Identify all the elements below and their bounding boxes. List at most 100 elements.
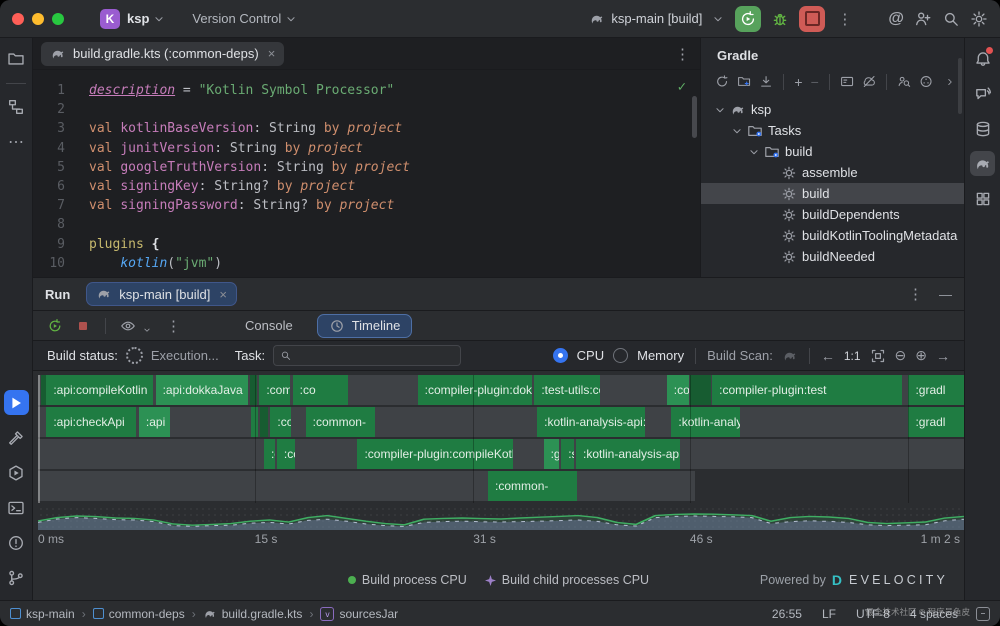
run-toolbar-more-icon[interactable]: ⋮ bbox=[164, 317, 183, 335]
more-actions-icon[interactable]: ⋮ bbox=[835, 10, 854, 28]
settings-icon[interactable] bbox=[970, 10, 988, 28]
notifications-icon[interactable] bbox=[970, 46, 995, 71]
close-run-tab-icon[interactable]: × bbox=[219, 287, 227, 302]
terminal-tool-icon[interactable] bbox=[4, 495, 29, 520]
breadcrumb-item[interactable]: build.gradle.kts bbox=[203, 607, 303, 621]
build-scan-icon[interactable] bbox=[782, 348, 798, 364]
code-editor[interactable]: 1description = "Kotlin Symbol Processor"… bbox=[33, 70, 700, 288]
close-window-button[interactable] bbox=[12, 13, 24, 25]
task-filter-field[interactable] bbox=[273, 345, 461, 366]
timeline-task-bar[interactable]: :common- bbox=[306, 407, 375, 437]
timeline-task-bar[interactable]: :comm bbox=[259, 375, 290, 405]
cpu-radio-label[interactable]: CPU bbox=[577, 348, 604, 363]
breadcrumb-item[interactable]: vsourcesJar bbox=[320, 607, 398, 621]
hide-panel-icon[interactable]: — bbox=[939, 287, 952, 302]
run-options-icon[interactable]: ⋮ bbox=[906, 285, 925, 303]
timeline-task-bar[interactable]: :api:checkApi bbox=[46, 407, 136, 437]
profiler-icon[interactable] bbox=[897, 73, 911, 90]
editor-scrollbar[interactable] bbox=[692, 96, 697, 138]
editor-options-icon[interactable]: ⋮ bbox=[673, 45, 692, 63]
gradle-tree-item[interactable]: buildKotlinToolingMetadata bbox=[701, 225, 964, 246]
memory-radio-label[interactable]: Memory bbox=[637, 348, 684, 363]
build-tool-icon[interactable] bbox=[4, 425, 29, 450]
breadcrumb-item[interactable]: common-deps bbox=[93, 607, 185, 621]
code-with-me-icon[interactable] bbox=[914, 10, 932, 28]
attach-project-icon[interactable] bbox=[737, 73, 751, 90]
tab-timeline[interactable]: Timeline bbox=[317, 314, 413, 338]
minimize-window-button[interactable] bbox=[32, 13, 44, 25]
timeline-task-bar[interactable]: :gr bbox=[544, 439, 560, 469]
zoom-out-icon[interactable]: ⊖ bbox=[895, 347, 907, 364]
services-tool-icon[interactable] bbox=[4, 460, 29, 485]
offline-mode-icon[interactable] bbox=[862, 73, 876, 90]
timeline-task-bar[interactable]: :co bbox=[667, 375, 689, 405]
chevron-down-icon[interactable] bbox=[730, 124, 744, 138]
ai-chat-icon[interactable] bbox=[970, 81, 995, 106]
gradle-tree-item[interactable]: Tasks bbox=[701, 120, 964, 141]
database-tool-icon[interactable] bbox=[970, 116, 995, 141]
timeline-task-bar[interactable]: :kotlin-analysis-ap bbox=[576, 439, 680, 469]
timeline-task-bar[interactable]: :test-utils:co bbox=[534, 375, 600, 405]
stop-button[interactable] bbox=[799, 6, 825, 32]
run-configuration-selector[interactable]: ksp-main [build] bbox=[589, 11, 725, 27]
run-tool-icon[interactable] bbox=[4, 390, 29, 415]
ai-assistant-icon[interactable]: @ bbox=[888, 10, 904, 28]
zoom-window-button[interactable] bbox=[52, 13, 64, 25]
gradle-settings-icon[interactable] bbox=[919, 73, 933, 90]
zoom-in-icon[interactable]: ⊕ bbox=[915, 347, 927, 364]
gradle-tree-item[interactable]: build bbox=[701, 141, 964, 162]
project-selector[interactable]: ksp bbox=[127, 11, 149, 26]
cpu-radio[interactable] bbox=[553, 348, 568, 363]
timeline-task-bar[interactable]: :compiler-plugin:compileKotl bbox=[357, 439, 513, 469]
timeline-task-bar[interactable]: :s bbox=[561, 439, 574, 469]
timeline-task-bar[interactable]: :kotlin-analy bbox=[671, 407, 740, 437]
status-item[interactable]: LF bbox=[822, 607, 836, 621]
timeline-task-bar[interactable]: :co bbox=[293, 375, 349, 405]
task-filter-input[interactable] bbox=[298, 348, 455, 364]
timeline-task-bar[interactable]: :c bbox=[264, 439, 275, 469]
gradle-tree-item[interactable]: ksp bbox=[701, 99, 964, 120]
timeline-task-bar[interactable]: :cc bbox=[277, 439, 295, 469]
close-tab-icon[interactable]: × bbox=[268, 46, 276, 61]
debug-icon[interactable] bbox=[771, 10, 789, 28]
scroll-left-icon[interactable]: ← bbox=[821, 348, 835, 364]
editor-state-icon[interactable] bbox=[976, 607, 990, 621]
timeline-task-bar[interactable]: :api:compileKotlin bbox=[46, 375, 152, 405]
status-item[interactable]: 4 spaces bbox=[910, 607, 958, 621]
problems-tool-icon[interactable] bbox=[4, 530, 29, 555]
rerun-build-icon[interactable] bbox=[47, 318, 63, 334]
timeline-task-bar[interactable]: :gradl bbox=[908, 407, 964, 437]
timeline-task-bar[interactable]: : bbox=[250, 375, 257, 405]
stop-build-icon[interactable] bbox=[75, 318, 91, 334]
run-tab[interactable]: ksp-main [build] × bbox=[86, 282, 237, 306]
view-options-icon[interactable] bbox=[120, 318, 136, 334]
run-configuration-icon[interactable] bbox=[840, 73, 854, 90]
timeline-task-bar[interactable]: :compiler-plugin:dok bbox=[418, 375, 533, 405]
timeline-task-bar[interactable]: :kotlin-analysis-api:c bbox=[537, 407, 644, 437]
zoom-ratio[interactable]: 1:1 bbox=[844, 349, 861, 363]
gradle-tree-item[interactable]: buildDependents bbox=[701, 204, 964, 225]
timeline-task-bar[interactable]: :api:dokkaJava bbox=[156, 375, 249, 405]
timeline-task-bar[interactable]: :common- bbox=[488, 471, 577, 501]
vcs-menu[interactable]: Version Control bbox=[192, 11, 298, 26]
timeline-task-bar[interactable]: :c bbox=[251, 407, 258, 437]
gradle-tree-item[interactable]: buildNeeded bbox=[701, 246, 964, 267]
memory-radio[interactable] bbox=[613, 348, 628, 363]
gradle-tree-item[interactable]: assemble bbox=[701, 162, 964, 183]
collapse-all-icon[interactable]: − bbox=[811, 74, 819, 90]
gradle-tool-icon[interactable] bbox=[970, 151, 995, 176]
status-item[interactable]: 26:55 bbox=[772, 607, 802, 621]
expand-all-icon[interactable]: + bbox=[794, 74, 802, 90]
scroll-right-icon[interactable]: → bbox=[936, 348, 950, 364]
inspections-ok-icon[interactable]: ✓ bbox=[678, 78, 686, 97]
chevron-down-icon[interactable] bbox=[713, 103, 727, 117]
status-item[interactable]: UTF-8 bbox=[856, 607, 890, 621]
timeline-task-bar[interactable]: :gradl bbox=[908, 375, 964, 405]
timeline-task-bar[interactable]: :compiler-plugin:test bbox=[712, 375, 902, 405]
version-control-tool-icon[interactable] bbox=[4, 565, 29, 590]
commit-tool-icon[interactable] bbox=[4, 94, 29, 119]
rerun-button[interactable] bbox=[735, 6, 761, 32]
more-toolbar-icon[interactable] bbox=[944, 75, 956, 89]
breadcrumb-item[interactable]: ksp-main bbox=[10, 607, 75, 621]
gradle-scrollbar[interactable] bbox=[958, 58, 962, 114]
